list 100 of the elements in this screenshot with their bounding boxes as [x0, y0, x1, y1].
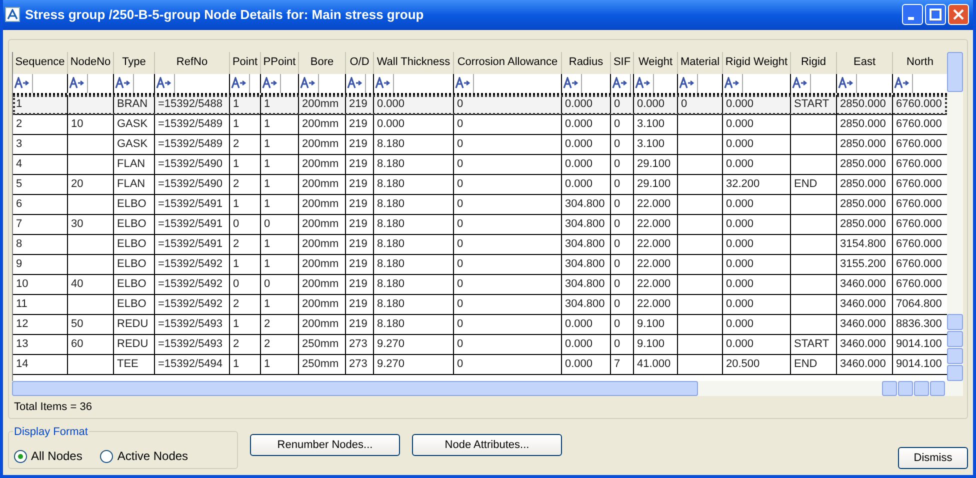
table-cell: FLAN: [114, 174, 155, 194]
table-row[interactable]: 6 ELBO =15392/5491 1 1 200mm 219 8.180 0 304.800 0 22.000 0.000 2850.000 6760.000: [13, 194, 947, 214]
column-header[interactable]: Rigid Weight: [723, 52, 791, 74]
table-cell: 200mm: [299, 154, 346, 174]
table-row[interactable]: 12 50 REDU =15392/5493 1 2 200mm 219 8.180 0 0.000 0 9.100 0.000 3460.000 8836.300: [13, 314, 947, 334]
filter-icon[interactable]: [679, 77, 695, 89]
table-row[interactable]: 10 40 ELBO =15392/5492 0 0 200mm 219 8.180 0 304.800 0 22.000 0.000 3460.000 6760.000: [13, 274, 947, 294]
column-header[interactable]: Radius: [562, 52, 611, 74]
table-cell: 200mm: [299, 294, 346, 314]
action-button[interactable]: Renumber Nodes...: [250, 434, 400, 456]
table-row[interactable]: 9 ELBO =15392/5492 1 1 200mm 219 8.180 0 304.800 0 22.000 0.000 3155.200 6760.000: [13, 254, 947, 274]
table-cell: 200mm: [299, 174, 346, 194]
filter-icon[interactable]: [724, 77, 740, 89]
table-cell: 0.000: [723, 214, 791, 234]
filter-icon[interactable]: [455, 77, 471, 89]
filter-icon[interactable]: [894, 77, 910, 89]
column-header[interactable]: PPoint: [261, 52, 299, 74]
table-cell: 0.000: [562, 174, 611, 194]
table-row[interactable]: 4 FLAN =15392/5490 1 1 200mm 219 8.180 0 0.000 0 29.100 0.000 2850.000 6760.000: [13, 154, 947, 174]
column-header[interactable]: NodeNo: [68, 52, 114, 74]
filter-icon[interactable]: [231, 77, 247, 89]
table-cell: 2850.000: [837, 114, 893, 134]
table-row[interactable]: 2 10 GASK =15392/5489 1 1 200mm 219 0.000 0 0.000 0 3.100 0.000 2850.000 6760.000: [13, 114, 947, 134]
table-cell: 32.200: [723, 174, 791, 194]
table-cell: 0.000: [562, 354, 611, 374]
column-header[interactable]: Type: [114, 52, 155, 74]
minimize-icon: [908, 17, 914, 20]
filter-icon[interactable]: [563, 77, 579, 89]
filter-icon[interactable]: [635, 77, 651, 89]
table-cell: 9.100: [634, 314, 678, 334]
table-cell: 6: [13, 194, 68, 214]
table-row[interactable]: 7 30 ELBO =15392/5491 0 0 200mm 219 8.180 0 304.800 0 22.000 0.000 2850.000 6760.000: [13, 214, 947, 234]
table-cell: 0: [454, 214, 562, 234]
filter-icon[interactable]: [347, 77, 363, 89]
filter-icon[interactable]: [14, 77, 30, 89]
table-cell: 9.270: [374, 354, 454, 374]
table-cell: 0: [454, 334, 562, 354]
horizontal-scrollbar[interactable]: [12, 380, 963, 396]
table-cell: 22.000: [634, 274, 678, 294]
table-cell: 2: [13, 114, 68, 134]
filter-icon[interactable]: [838, 77, 854, 89]
table-cell: 0.000: [634, 94, 678, 114]
column-header[interactable]: Wall Thickness: [374, 52, 454, 74]
table-row[interactable]: 3 GASK =15392/5489 2 1 200mm 219 8.180 0 0.000 0 3.100 0.000 2850.000 6760.000: [13, 134, 947, 154]
column-header[interactable]: SIF: [611, 52, 634, 74]
table-cell: 22.000: [634, 254, 678, 274]
column-header[interactable]: O/D: [346, 52, 374, 74]
table-cell: 0.000: [723, 114, 791, 134]
filter-icon[interactable]: [300, 77, 316, 89]
table-cell: 1: [13, 94, 68, 114]
table-row[interactable]: 14 TEE =15392/5494 1 1 250mm 273 9.270 0 0.000 7 41.000 20.500 END 3460.000 9014.100: [13, 354, 947, 374]
table-row[interactable]: 1 BRAN =15392/5488 1 1 200mm 219 0.000 0 0.000 0 0.000 0 0.000 START 2850.000 6760.000: [13, 94, 947, 114]
table-cell: 0: [454, 254, 562, 274]
table-cell: 2: [230, 334, 261, 354]
close-button[interactable]: [948, 4, 969, 26]
column-header[interactable]: Sequence: [13, 52, 68, 74]
column-header[interactable]: Point: [230, 52, 261, 74]
table-cell: 1: [261, 154, 299, 174]
table-cell: 20: [68, 174, 114, 194]
table-cell: 14: [13, 354, 68, 374]
table-row[interactable]: 13 60 REDU =15392/5493 2 2 250mm 273 9.270 0 0.000 0 9.100 0.000 START 3460.000 9014.100: [13, 334, 947, 354]
filter-icon[interactable]: [262, 77, 278, 89]
filter-icon[interactable]: [69, 77, 85, 89]
table-cell: 40: [68, 274, 114, 294]
column-header[interactable]: Material: [678, 52, 723, 74]
filter-icon[interactable]: [115, 77, 131, 89]
table-row[interactable]: 8 ELBO =15392/5491 2 1 200mm 219 8.180 0 304.800 0 22.000 0.000 3154.800 6760.000: [13, 234, 947, 254]
column-header[interactable]: East: [837, 52, 893, 74]
filter-icon[interactable]: [612, 77, 628, 89]
filter-icon[interactable]: [375, 77, 391, 89]
filter-icon[interactable]: [156, 77, 172, 89]
dismiss-button[interactable]: Dismiss: [898, 447, 968, 469]
table-cell: 0.000: [723, 94, 791, 114]
table-cell: ELBO: [114, 294, 155, 314]
table-cell: =15392/5490: [155, 174, 230, 194]
radio-button[interactable]: [100, 450, 114, 462]
vertical-scrollbar[interactable]: [947, 52, 963, 380]
table-cell: 8.180: [374, 214, 454, 234]
table-cell: 2850.000: [837, 194, 893, 214]
table-row[interactable]: 5 20 FLAN =15392/5490 2 1 200mm 219 8.180 0 0.000 0 29.100 32.200 END 2850.000 6760.000: [13, 174, 947, 194]
minimize-button[interactable]: [902, 4, 923, 26]
column-header[interactable]: Bore: [299, 52, 346, 74]
table-cell: 0: [261, 214, 299, 234]
table-cell: 2: [230, 234, 261, 254]
action-button[interactable]: Node Attributes...: [412, 434, 562, 456]
table-cell: 219: [346, 134, 374, 154]
table-cell: 0: [454, 274, 562, 294]
table-row[interactable]: 11 ELBO =15392/5492 2 1 200mm 219 8.180 0 304.800 0 22.000 0.000 3460.000 7064.800: [13, 294, 947, 314]
maximize-button[interactable]: [925, 4, 946, 26]
filter-icon[interactable]: [792, 77, 808, 89]
table-cell: 0.000: [562, 154, 611, 174]
table-cell: 20.500: [723, 354, 791, 374]
column-header[interactable]: RefNo: [155, 52, 230, 74]
table-cell: 304.800: [562, 214, 611, 234]
column-header[interactable]: Corrosion Allowance: [454, 52, 562, 74]
column-header[interactable]: Rigid: [791, 52, 837, 74]
table-cell: 1: [261, 134, 299, 154]
radio-button[interactable]: [14, 450, 27, 462]
column-header[interactable]: Weight: [634, 52, 678, 74]
table-cell: 13: [13, 334, 68, 354]
